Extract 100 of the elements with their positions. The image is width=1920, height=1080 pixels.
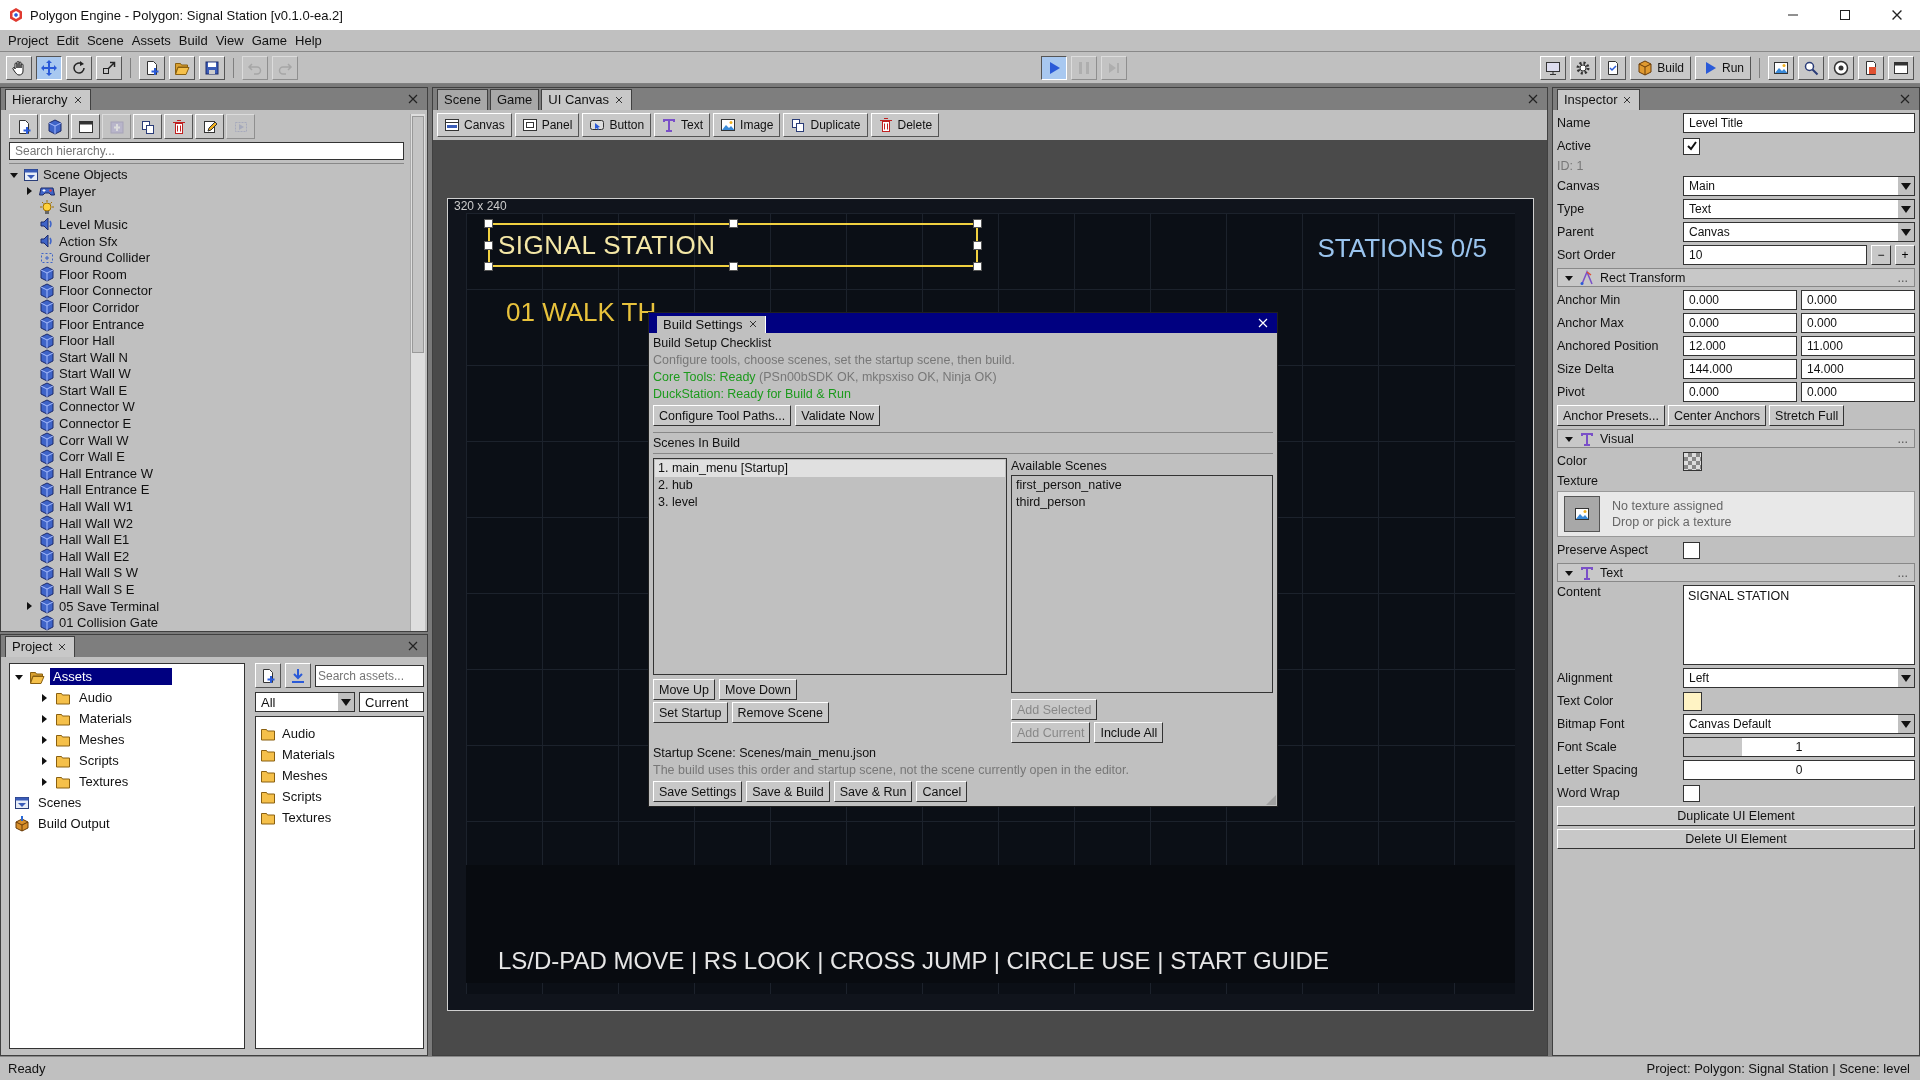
tree-item[interactable]: Meshes [76, 731, 128, 748]
resize-handle[interactable] [729, 262, 738, 271]
slider-field[interactable]: 1 [1683, 737, 1915, 757]
tree-item[interactable]: Hall Wall S E [59, 582, 135, 597]
tree-item[interactable]: Sun [59, 200, 83, 216]
tree-item[interactable]: Hall Wall W2 [59, 515, 133, 531]
tree-item[interactable]: Scripts [76, 752, 122, 769]
tree-item[interactable]: Scenes [35, 794, 85, 811]
number-field[interactable]: 0 [1683, 760, 1915, 780]
dialog-button[interactable]: Cancel [916, 781, 968, 802]
tree-item[interactable]: 05 Save Terminal [59, 598, 160, 614]
number-field[interactable]: 12.000 [1683, 336, 1797, 356]
dropdown[interactable]: Left [1683, 668, 1915, 688]
dropdown[interactable]: Canvas [1683, 222, 1915, 242]
menu-item[interactable]: Build [174, 33, 212, 48]
section-header[interactable]: Text ... [1557, 563, 1915, 582]
more-options[interactable]: ... [1897, 565, 1908, 580]
inspector-button[interactable]: Anchor Presets... [1557, 405, 1665, 426]
tree-item[interactable]: Connector W [59, 399, 135, 415]
create-button[interactable]: Canvas [437, 113, 512, 137]
tree-item[interactable]: Materials [76, 710, 135, 727]
resize-handle[interactable] [973, 241, 982, 250]
checkbox[interactable] [1683, 784, 1700, 802]
create-button[interactable]: Text [654, 113, 711, 137]
panel-tab[interactable]: Hierarchy [5, 89, 91, 110]
tree-item[interactable]: Floor Corridor [59, 299, 140, 315]
tree-item[interactable]: Hall Wall W1 [59, 499, 133, 515]
create-button[interactable]: Image [713, 113, 781, 137]
tree-item[interactable]: Floor Hall [59, 333, 115, 349]
toolbar-button[interactable]: Build [1630, 55, 1691, 80]
inspector-button[interactable]: Duplicate UI Element [1557, 806, 1915, 826]
dialog-button[interactable]: Move Down [719, 679, 798, 700]
scene-item[interactable]: 2. hub [655, 477, 1005, 494]
dialog-button[interactable]: Move Up [653, 679, 716, 700]
dropdown[interactable]: Text [1683, 199, 1915, 219]
tree-item[interactable]: Hall Entrance E [59, 482, 150, 498]
dialog-button[interactable]: Configure Tool Paths... [653, 405, 792, 426]
section-header[interactable]: Visual ... [1557, 429, 1915, 448]
create-button[interactable]: Duplicate [783, 113, 868, 137]
texture-slot[interactable]: No texture assigned Drop or pick a texture [1557, 491, 1915, 537]
tree-item[interactable]: Start Wall N [59, 349, 128, 365]
canvas-text[interactable]: STATIONS 0/5 [1317, 233, 1487, 264]
tree-item[interactable]: Hall Wall E1 [59, 532, 130, 548]
asset-item[interactable]: Materials [282, 747, 335, 762]
tree-item[interactable]: Connector E [59, 416, 132, 432]
tree-item[interactable]: Action Sfx [59, 233, 118, 249]
number-field[interactable]: 0.000 [1801, 382, 1915, 402]
tree-item[interactable]: Player [59, 183, 96, 199]
tree-item[interactable]: Build Output [35, 815, 113, 832]
more-options[interactable]: ... [1897, 270, 1908, 285]
search-field[interactable]: Search hierarchy... [9, 142, 404, 161]
tree-item[interactable]: Floor Connector [59, 283, 153, 299]
inspector-button[interactable]: Stretch Full [1769, 405, 1845, 426]
editor-tab[interactable]: Scene [437, 89, 488, 110]
number-field[interactable]: 14.000 [1801, 359, 1915, 379]
tree-item[interactable]: Hall Wall S W [59, 565, 138, 581]
tool-button[interactable] [36, 55, 62, 80]
hint-bar[interactable]: LS/D-PAD MOVE | RS LOOK | CROSS JUMP | CIRCLE USE | START GUIDE [466, 865, 1515, 983]
checkbox[interactable] [1683, 541, 1700, 559]
import-button[interactable] [285, 663, 311, 688]
section-header[interactable]: Rect Transform ... [1557, 268, 1915, 287]
number-field[interactable]: 0.000 [1683, 290, 1797, 310]
text-area[interactable]: SIGNAL STATION [1683, 585, 1915, 665]
menu-item[interactable]: Game [247, 33, 292, 48]
menu-item[interactable]: Project [4, 33, 53, 48]
more-options[interactable]: ... [1897, 431, 1908, 446]
playback-button[interactable] [1041, 55, 1068, 80]
tree-item[interactable]: Floor Room [59, 266, 127, 282]
create-button[interactable]: Button [582, 113, 652, 137]
increment-button[interactable]: + [1895, 245, 1915, 265]
search-field[interactable]: Search assets... [315, 664, 424, 687]
dialog-button[interactable]: Set Startup [653, 702, 728, 723]
checkbox[interactable] [1683, 137, 1700, 155]
tree-item[interactable]: Floor Entrance [59, 316, 145, 332]
scope-dropdown[interactable]: Current [359, 692, 424, 712]
asset-item[interactable]: Audio [282, 726, 316, 741]
create-button[interactable]: Delete [870, 113, 940, 137]
resize-handle[interactable] [484, 219, 493, 228]
dialog-button[interactable]: Save & Run [833, 781, 913, 802]
number-field[interactable]: 0.000 [1801, 290, 1915, 310]
tree-item[interactable]: 01 Collision Gate [59, 615, 158, 631]
inspector-button[interactable]: Delete UI Element [1557, 829, 1915, 849]
menu-item[interactable]: Assets [127, 33, 175, 48]
number-field[interactable]: 144.000 [1683, 359, 1797, 379]
asset-item[interactable]: Textures [282, 810, 332, 825]
tree-item[interactable]: Scene Objects [43, 167, 128, 183]
dropdown[interactable]: Canvas Default [1683, 714, 1915, 734]
number-field[interactable]: 0.000 [1683, 313, 1797, 333]
tree-item[interactable]: Start Wall W [59, 366, 131, 382]
canvas-text[interactable]: SIGNAL STATION [498, 229, 716, 261]
dialog-tab[interactable]: Build Settings [657, 316, 766, 333]
text-field[interactable]: Level Title [1683, 113, 1915, 133]
tree-item[interactable]: Start Wall E [59, 382, 128, 398]
number-field[interactable]: 0.000 [1801, 313, 1915, 333]
dialog-button[interactable]: Remove Scene [731, 702, 829, 723]
dropdown[interactable]: Main [1683, 176, 1915, 196]
resize-handle[interactable] [973, 219, 982, 228]
resize-handle[interactable] [484, 241, 493, 250]
tree-item[interactable]: Corr Wall W [59, 432, 129, 448]
color-swatch[interactable] [1683, 451, 1702, 471]
